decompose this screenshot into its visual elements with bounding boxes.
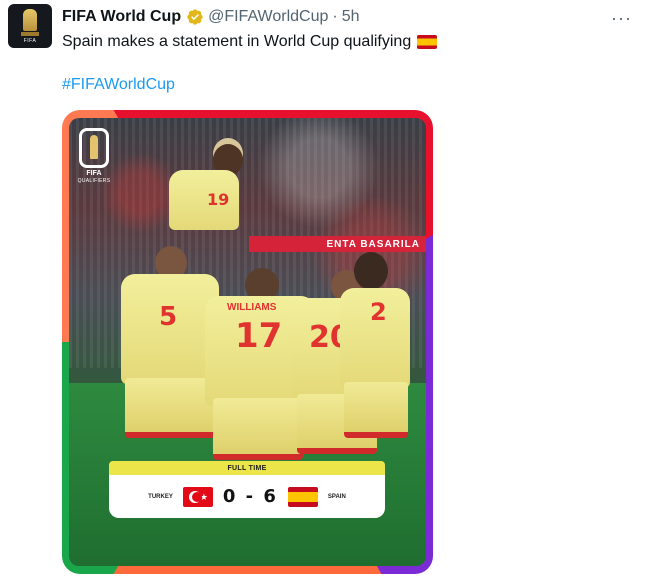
away-team-name: SPAIN bbox=[327, 493, 346, 500]
player-shirt: 2 bbox=[340, 288, 410, 388]
tweet-header: FIFA World Cup @FIFAWorldCup · 5h bbox=[62, 6, 360, 28]
home-team-name: TURKEY bbox=[148, 493, 173, 500]
full-time-label: FULL TIME bbox=[109, 461, 385, 475]
logo-fifa-text: FIFA bbox=[86, 170, 102, 177]
separator-dot: · bbox=[332, 8, 338, 25]
verified-badge-icon bbox=[187, 9, 203, 25]
trophy-icon bbox=[23, 8, 37, 31]
author-avatar[interactable]: FIFA bbox=[8, 4, 52, 48]
hashtag-link[interactable]: #FIFAWorldCup bbox=[62, 76, 175, 94]
player-head bbox=[354, 252, 388, 290]
scoreboard: FULL TIME TURKEY ★ 0 - 6 SPAIN bbox=[109, 461, 385, 518]
tweet-body: Spain makes a statement in World Cup qua… bbox=[62, 33, 412, 50]
stadium-banner: ENTA BASARILA bbox=[249, 236, 426, 252]
avatar-tag: FIFA bbox=[23, 37, 37, 44]
final-score: 0 - 6 bbox=[222, 486, 278, 507]
trophy-base bbox=[21, 31, 39, 36]
shirt-name: WILLIAMS bbox=[227, 302, 277, 313]
more-options-icon[interactable]: ··· bbox=[611, 8, 632, 29]
tweet-text: Spain makes a statement in World Cup qua… bbox=[62, 31, 438, 53]
tweet-media-image[interactable]: ENTA BASARILA FIFA QUALIFIERS 19 5 WILLI… bbox=[62, 110, 433, 574]
player-shorts bbox=[344, 382, 408, 438]
shirt-number: 19 bbox=[207, 190, 230, 209]
player-far-right: 2 bbox=[334, 252, 424, 452]
fifa-qualifiers-logo: FIFA QUALIFIERS bbox=[77, 128, 111, 188]
logo-qualifiers-text: QUALIFIERS bbox=[77, 178, 111, 184]
tweet-time[interactable]: 5h bbox=[342, 8, 360, 26]
trophy-26-icon bbox=[79, 128, 109, 168]
spain-flag-icon bbox=[287, 486, 318, 507]
spain-flag-emoji-icon bbox=[417, 35, 438, 49]
turkey-flag-icon: ★ bbox=[182, 486, 213, 507]
match-photo: ENTA BASARILA FIFA QUALIFIERS 19 5 WILLI… bbox=[69, 118, 426, 566]
shirt-number: 5 bbox=[159, 302, 178, 332]
author-name[interactable]: FIFA World Cup bbox=[62, 8, 181, 26]
author-handle[interactable]: @FIFAWorldCup bbox=[208, 8, 328, 26]
score-board: TURKEY ★ 0 - 6 SPAIN bbox=[109, 475, 385, 518]
player-shirt: 19 bbox=[169, 170, 239, 230]
shirt-number: 17 bbox=[235, 316, 283, 356]
shirt-number: 2 bbox=[370, 298, 387, 326]
